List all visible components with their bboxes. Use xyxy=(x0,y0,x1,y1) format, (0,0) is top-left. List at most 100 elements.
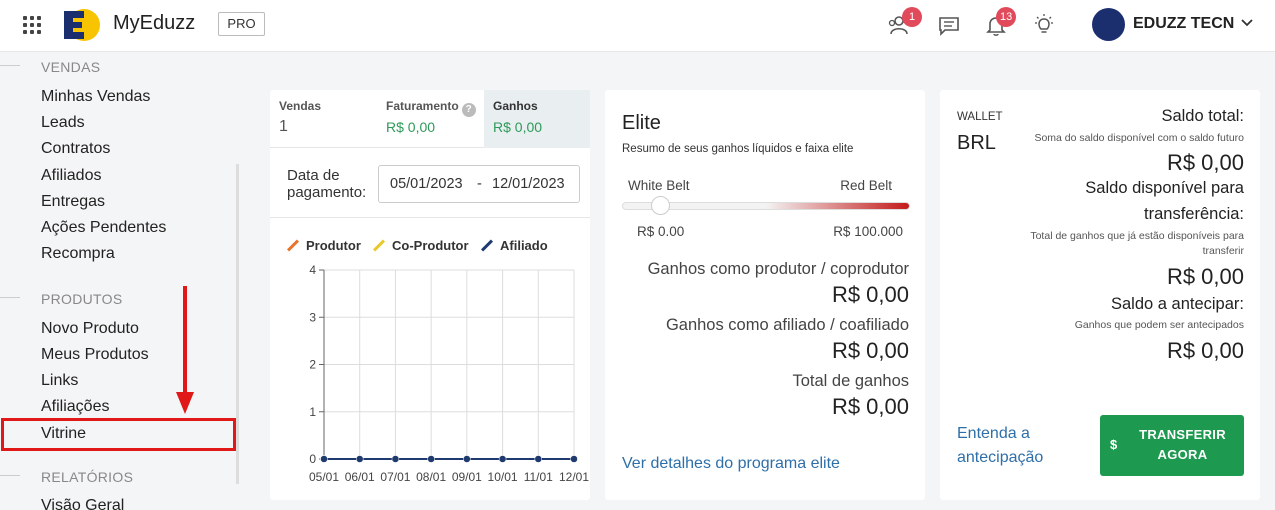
users-badge: 1 xyxy=(902,7,922,27)
x-tick-label: 07/01 xyxy=(380,470,410,484)
data-point-afiliado xyxy=(391,455,400,463)
legend-line-icon xyxy=(372,239,386,252)
lightbulb-icon[interactable] xyxy=(1031,12,1057,38)
chat-icon[interactable] xyxy=(936,12,962,38)
legend-line-icon xyxy=(286,239,300,252)
wallet-label: WALLET xyxy=(957,111,1003,123)
legend-line-icon xyxy=(480,239,494,252)
annotation-arrow-icon xyxy=(176,286,194,414)
legend-item-co-produtor[interactable]: Co-Produtor xyxy=(372,238,469,253)
elite-details-link[interactable]: Ver detalhes do programa elite xyxy=(622,455,840,473)
top-header: MyEduzz PRO 1 13 EDUZZ TECN xyxy=(0,0,1275,52)
earnings-total-value: R$ 0,00 xyxy=(831,394,909,419)
belt-slider-handle xyxy=(651,196,670,215)
vitrine-highlight-box xyxy=(1,418,236,451)
data-point-afiliado xyxy=(355,455,364,463)
x-tick-label: 05/01 xyxy=(309,470,339,484)
belt-max-value: R$ 100.000 xyxy=(833,224,903,239)
apps-grid-icon[interactable] xyxy=(23,16,41,34)
earnings-affiliate-label: Ganhos como afiliado / coafiliado xyxy=(665,316,909,334)
help-icon[interactable]: ? xyxy=(461,103,476,117)
sidebar-item-meus-produtos[interactable]: Meus Produtos xyxy=(41,346,149,364)
summary-tabs: Vendas 1 Faturamento? R$ 0,00 Ganhos R$ … xyxy=(270,90,590,148)
y-tick-label: 4 xyxy=(309,263,316,277)
available-balance-desc: Total de ganhos que já estão disponíveis… xyxy=(1030,230,1244,242)
data-point-afiliado xyxy=(320,455,328,463)
legend-item-afiliado[interactable]: Afiliado xyxy=(480,238,548,253)
wallet-currency: BRL xyxy=(957,132,996,154)
tab-label: Ganhos xyxy=(493,99,538,113)
earnings-total-label: Total de ganhos xyxy=(792,372,909,390)
user-name[interactable]: EDUZZ TECN xyxy=(1133,15,1234,33)
sidebar-item-contratos[interactable]: Contratos xyxy=(41,140,110,158)
user-avatar[interactable] xyxy=(1092,8,1125,41)
tab-value: R$ 0,00 xyxy=(386,119,436,135)
date-start: 05/01/2023 xyxy=(390,176,463,192)
tab-label: Vendas xyxy=(279,99,322,113)
sidebar-item-afiliados[interactable]: Afiliados xyxy=(41,167,101,185)
sidebar-item-entregas[interactable]: Entregas xyxy=(41,193,105,211)
y-tick-label: 0 xyxy=(309,452,316,466)
advance-balance-label: Saldo a antecipar: xyxy=(1110,295,1244,313)
eduzz-logo[interactable] xyxy=(62,7,102,43)
transfer-button-label: TRANSFERIR AGORA xyxy=(1139,427,1226,462)
elite-subtitle: Resumo de seus ganhos líquidos e faixa e… xyxy=(622,143,854,155)
date-separator: - xyxy=(477,176,482,192)
earnings-producer-label: Ganhos como produtor / coprodutor xyxy=(647,260,909,278)
y-tick-label: 3 xyxy=(309,310,316,324)
chevron-down-icon[interactable] xyxy=(1240,16,1254,30)
data-point-afiliado xyxy=(534,455,543,463)
x-tick-label: 08/01 xyxy=(416,470,446,484)
total-balance-label: Saldo total: xyxy=(1161,107,1244,125)
sidebar-item-minhas-vendas[interactable]: Minhas Vendas xyxy=(41,88,150,106)
section-title-produtos: PRODUTOS xyxy=(41,291,123,307)
x-tick-label: 11/01 xyxy=(524,470,553,484)
sidebar-item-visao-geral[interactable]: Visão Geral xyxy=(41,497,124,510)
earnings-producer-value: R$ 0,00 xyxy=(831,282,909,307)
legend-item-produtor[interactable]: Produtor xyxy=(286,238,361,253)
total-balance-value: R$ 0,00 xyxy=(1166,150,1244,175)
sidebar-item-links[interactable]: Links xyxy=(41,372,78,390)
transfer-now-button[interactable]: $ TRANSFERIR AGORA xyxy=(1100,415,1244,476)
y-tick-label: 2 xyxy=(309,358,316,372)
tab-vendas[interactable]: Vendas 1 xyxy=(270,90,377,148)
elite-title: Elite xyxy=(622,112,661,134)
wallet-card: WALLET BRL Saldo total: Soma do saldo di… xyxy=(940,90,1260,500)
y-tick-label: 1 xyxy=(309,405,316,419)
sidebar-item-leads[interactable]: Leads xyxy=(41,114,85,132)
summary-card: Vendas 1 Faturamento? R$ 0,00 Ganhos R$ … xyxy=(270,90,590,500)
available-balance-label: Saldo disponível para xyxy=(1085,179,1244,197)
x-tick-label: 12/01 xyxy=(559,470,589,484)
dollar-icon: $ xyxy=(1110,437,1118,452)
sidebar-item-acoes-pendentes[interactable]: Ações Pendentes xyxy=(41,219,166,237)
date-range-input[interactable]: 05/01/2023 - 12/01/2023 xyxy=(378,165,580,203)
tab-faturamento[interactable]: Faturamento? R$ 0,00 xyxy=(377,90,484,148)
advance-info-link[interactable]: Entenda a antecipação xyxy=(957,422,1067,470)
available-balance-desc-2: transferir xyxy=(1202,245,1244,257)
section-title-relatorios: RELATÓRIOS xyxy=(41,469,134,485)
data-point-afiliado xyxy=(570,455,578,463)
data-point-afiliado xyxy=(498,455,507,463)
total-balance-desc: Soma do saldo disponível com o saldo fut… xyxy=(1034,132,1244,144)
date-end: 12/01/2023 xyxy=(492,176,565,192)
sidebar-item-afiliacoes[interactable]: Afiliações xyxy=(41,398,109,416)
sidebar-scrollbar[interactable] xyxy=(236,164,239,484)
section-divider xyxy=(0,65,20,66)
tab-value: R$ 0,00 xyxy=(493,119,543,135)
belt-end-label: Red Belt xyxy=(840,178,892,193)
x-tick-label: 09/01 xyxy=(452,470,482,484)
date-label: Data de pagamento: xyxy=(287,167,367,201)
brand-name: MyEduzz xyxy=(113,12,196,34)
sidebar-item-novo-produto[interactable]: Novo Produto xyxy=(41,320,139,338)
tab-value: 1 xyxy=(279,118,288,135)
section-divider xyxy=(0,297,20,298)
bell-badge: 13 xyxy=(996,7,1017,27)
tab-ganhos[interactable]: Ganhos R$ 0,00 xyxy=(484,90,590,148)
section-divider xyxy=(0,475,20,476)
divider xyxy=(270,217,590,218)
earnings-affiliate-value: R$ 0,00 xyxy=(831,338,909,363)
section-title-vendas: VENDAS xyxy=(41,59,101,75)
sidebar-item-recompra[interactable]: Recompra xyxy=(41,245,115,263)
belt-start-label: White Belt xyxy=(628,178,690,193)
advance-balance-desc: Ganhos que podem ser antecipados xyxy=(1074,319,1244,331)
